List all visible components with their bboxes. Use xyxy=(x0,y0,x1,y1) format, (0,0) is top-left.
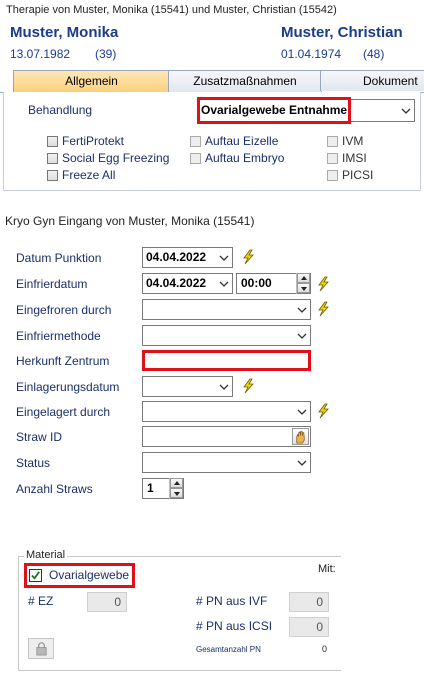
label-fertiprotekt: FertiProtekt xyxy=(62,134,125,148)
lock-icon xyxy=(36,642,47,656)
einlagerungsdatum-picker[interactable] xyxy=(142,376,233,397)
einfrierdatum-picker[interactable]: 04.04.2022 xyxy=(142,273,233,294)
einfrierzeit-spinner[interactable] xyxy=(296,273,310,294)
lightning-icon[interactable] xyxy=(315,276,331,292)
einfrierzeit-input[interactable]: 00:00 xyxy=(236,273,311,294)
label-ivm: IVM xyxy=(342,134,364,148)
gesamt-pn-label: Gesamtanzahl PN xyxy=(196,645,261,654)
anzahl-straws-value: 1 xyxy=(147,481,154,495)
straw-id-input[interactable] xyxy=(142,426,311,447)
label-straw-id: Straw ID xyxy=(16,430,63,444)
label-datum-punktion: Datum Punktion xyxy=(16,251,102,265)
behandlung-highlight xyxy=(197,97,351,124)
tab-allgemein[interactable]: Allgemein xyxy=(13,70,170,93)
lightning-icon[interactable] xyxy=(240,378,256,394)
patient-right-dob: 01.04.1974 xyxy=(281,47,342,61)
lock-button[interactable] xyxy=(28,638,54,659)
checkbox-social-egg-freezing[interactable] xyxy=(47,153,58,164)
checkbox-ivm[interactable] xyxy=(327,136,338,147)
label-auftau-eizelle: Auftau Eizelle xyxy=(205,134,279,148)
checkbox-fertiprotekt[interactable] xyxy=(47,136,58,147)
lightning-icon[interactable] xyxy=(240,249,256,265)
label-einfriermethode: Einfriermethode xyxy=(16,329,101,343)
tab-zusatzmassnahmen[interactable]: Zusatzmaßnahmen xyxy=(168,70,322,92)
checkbox-auftau-embryo[interactable] xyxy=(190,153,201,164)
ez-label: # EZ xyxy=(28,594,54,608)
chevron-down-icon xyxy=(297,307,307,313)
anzahl-straws-spinner[interactable] xyxy=(169,478,183,499)
label-auftau-embryo: Auftau Embryo xyxy=(205,151,285,165)
patient-right-name: Muster, Christian xyxy=(281,24,403,41)
pn-ivf-field: 0 xyxy=(289,592,329,612)
chevron-down-icon xyxy=(297,333,307,339)
eingelagert-durch-select[interactable] xyxy=(142,401,311,422)
chevron-down-icon xyxy=(297,409,307,415)
checkbox-freeze-all[interactable] xyxy=(47,170,58,181)
herkunft-zentrum-input[interactable] xyxy=(142,350,311,371)
hand-icon xyxy=(296,430,305,444)
chevron-down-icon xyxy=(297,460,307,466)
tab-dokument[interactable]: Dokument xyxy=(320,70,424,91)
patient-left-dob: 13.07.1982 xyxy=(10,47,71,61)
einfrierzeit-value: 00:00 xyxy=(241,276,272,290)
datum-punktion-picker[interactable]: 04.04.2022 xyxy=(142,247,233,268)
pn-icsi-field: 0 xyxy=(289,617,329,637)
label-imsi: IMSI xyxy=(342,151,367,165)
eingefroren-durch-select[interactable] xyxy=(142,299,311,320)
gesamt-pn-value: 0 xyxy=(322,644,328,654)
label-social-egg-freezing: Social Egg Freezing xyxy=(62,151,170,165)
checkbox-imsi[interactable] xyxy=(327,153,338,164)
mit-label: Mit: xyxy=(318,563,336,575)
label-eingefroren-durch: Eingefroren durch xyxy=(16,303,112,317)
straw-id-lookup-button[interactable] xyxy=(292,428,309,445)
label-herkunft-zentrum: Herkunft Zentrum xyxy=(16,354,110,368)
label-freeze-all: Freeze All xyxy=(62,168,116,182)
status-select[interactable] xyxy=(142,452,311,473)
label-eingelagert-durch: Eingelagert durch xyxy=(16,405,111,419)
label-status: Status xyxy=(16,456,51,470)
checkbox-auftau-eizelle[interactable] xyxy=(190,136,201,147)
chevron-down-icon xyxy=(401,108,411,114)
label-anzahl-straws: Anzahl Straws xyxy=(16,482,93,496)
chevron-down-icon xyxy=(219,255,229,261)
checkbox-picsi[interactable] xyxy=(327,170,338,181)
material-legend: Material xyxy=(24,549,68,561)
chevron-down-icon xyxy=(219,281,229,287)
behandlung-label: Behandlung xyxy=(28,103,93,117)
pn-icsi-label: # PN aus ICSI xyxy=(196,619,273,633)
label-picsi: PICSI xyxy=(342,168,374,182)
window-title: Therapie von Muster, Monika (15541) und … xyxy=(6,4,337,16)
lightning-icon[interactable] xyxy=(315,301,331,317)
patient-left-name: Muster, Monika xyxy=(10,24,119,41)
einfriermethode-select[interactable] xyxy=(142,325,311,346)
anzahl-straws-input[interactable]: 1 xyxy=(142,478,184,499)
section-title: Kryo Gyn Eingang von Muster, Monika (155… xyxy=(5,214,255,228)
patient-right-age: (48) xyxy=(363,47,385,61)
pn-ivf-label: # PN aus IVF xyxy=(196,594,268,608)
datum-punktion-value: 04.04.2022 xyxy=(146,250,207,264)
patient-left-age: (39) xyxy=(95,47,117,61)
label-einlagerungsdatum: Einlagerungsdatum xyxy=(16,380,120,394)
label-einfrierdatum: Einfrierdatum xyxy=(16,277,88,291)
ovarialgewebe-highlight xyxy=(24,563,135,588)
ez-field: 0 xyxy=(87,592,127,612)
einfrierdatum-value: 04.04.2022 xyxy=(146,276,207,290)
lightning-icon[interactable] xyxy=(315,403,331,419)
chevron-down-icon xyxy=(219,384,229,390)
tab-bar: Allgemein Zusatzmaßnahmen Dokument xyxy=(0,70,424,93)
